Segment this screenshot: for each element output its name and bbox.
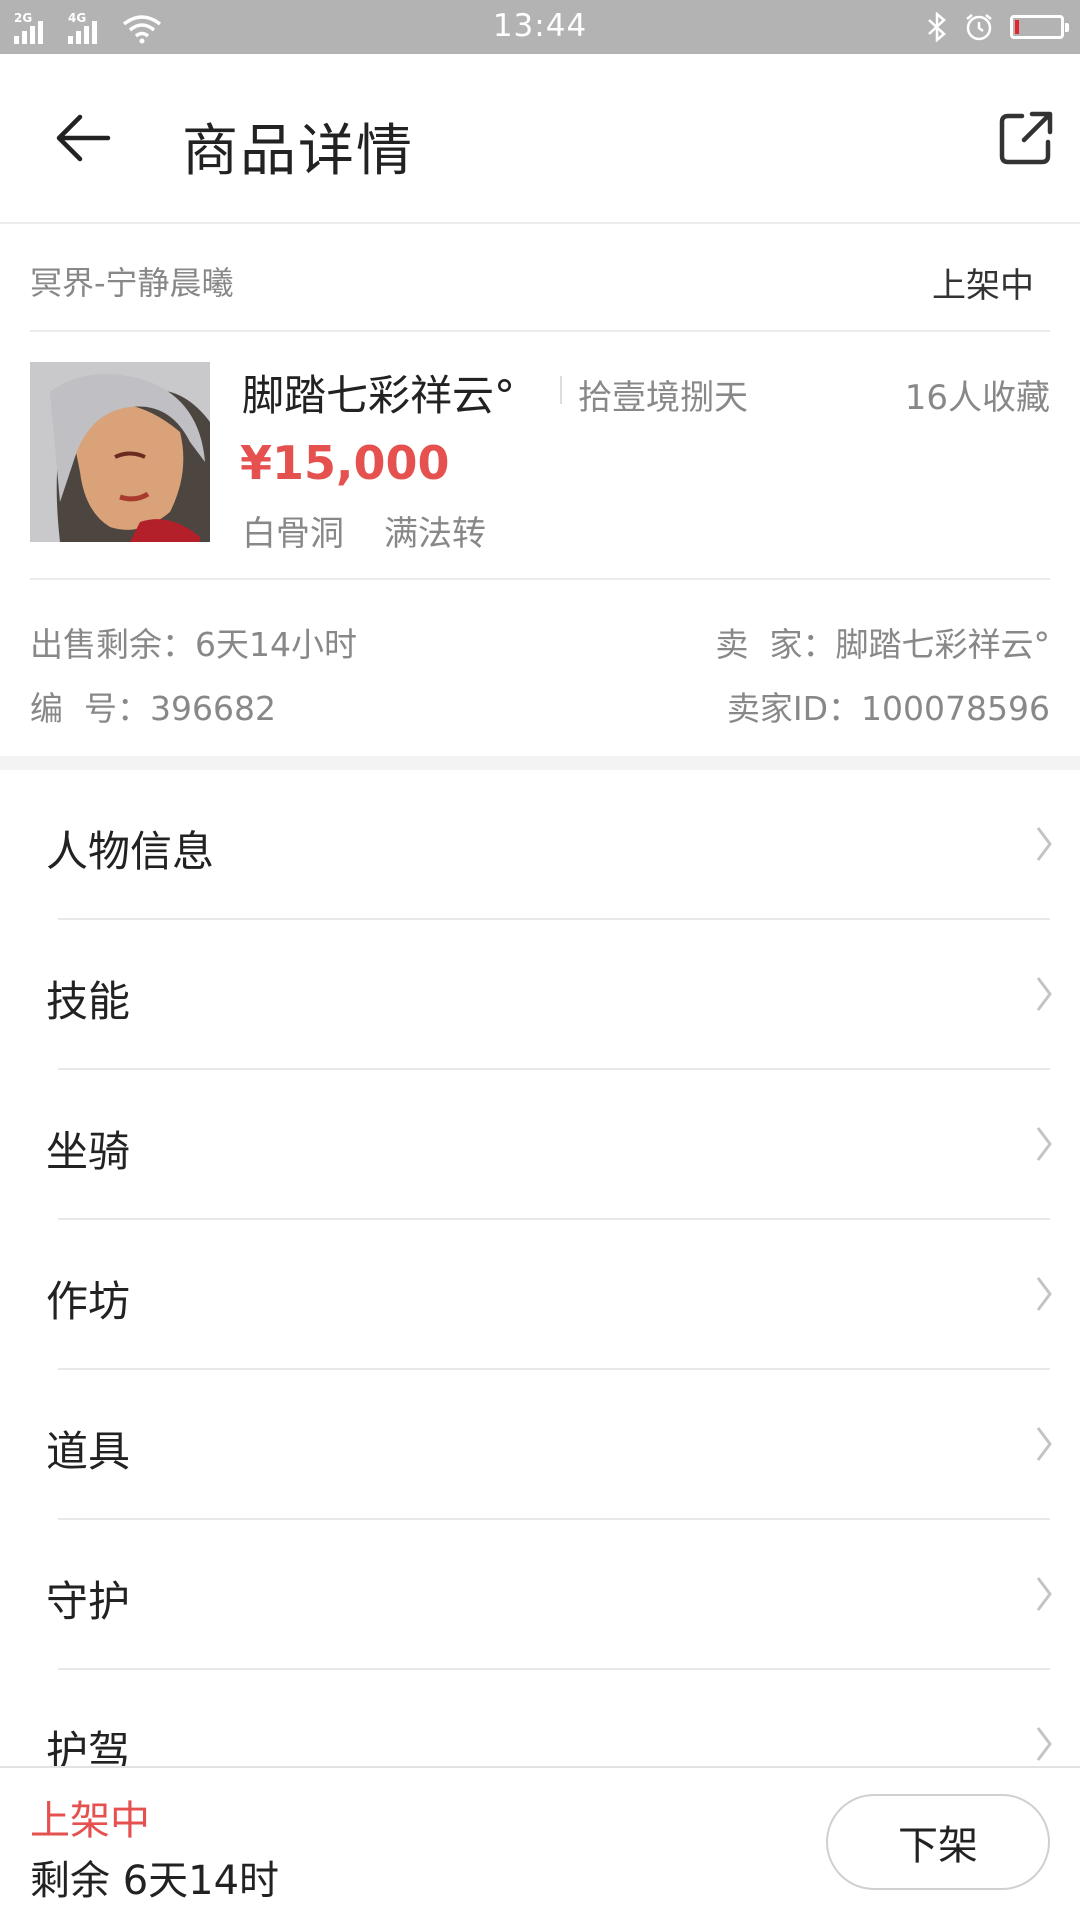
favorites-count: 16人收藏 (904, 378, 1050, 418)
seller-id-label: 卖家ID： (726, 689, 862, 728)
menu-item-items[interactable]: 道具 (0, 1370, 1080, 1520)
bottom-bar: 上架中 剩余 6天14时 下架 (0, 1766, 1080, 1920)
chevron-right-icon (1036, 1727, 1052, 1761)
character-name: 脚踏七彩祥云° (242, 371, 516, 420)
avatar-image (30, 362, 210, 542)
menu-item-guardian[interactable]: 守护 (0, 1520, 1080, 1670)
time-left: 出售剩余：6天14小时 (30, 618, 357, 666)
separator (560, 376, 562, 404)
time-left-label: 出售剩余： (30, 625, 195, 664)
menu-item-label: 人物信息 (46, 827, 215, 876)
detail-menu: 人物信息 技能 坐骑 作坊 道具 守护 护驾 (0, 770, 1080, 1820)
chevron-right-icon (1036, 1427, 1052, 1461)
server-name: 拾壹境捌天 (578, 378, 748, 418)
share-external-icon[interactable] (994, 106, 1058, 170)
chevron-right-icon (1036, 1127, 1052, 1161)
divider (30, 578, 1050, 580)
bottom-remaining-time: 剩余 6天14时 (30, 1858, 280, 1904)
battery-level (1015, 20, 1019, 34)
number-label: 编 号： (30, 689, 150, 728)
transmigration-label: 满法转 (384, 514, 486, 554)
header: 商品详情 (0, 54, 1080, 224)
character-avatar[interactable] (30, 362, 210, 542)
time-left-value: 6天14小时 (195, 625, 357, 664)
number-value: 396682 (149, 689, 276, 728)
divider (30, 330, 1050, 332)
listing-status: 上架中 (932, 266, 1034, 306)
clock: 13:44 (492, 8, 588, 44)
menu-item-label: 作坊 (46, 1277, 131, 1326)
menu-item-mounts[interactable]: 坐骑 (0, 1070, 1080, 1220)
seller-label: 卖 家： (715, 625, 836, 664)
bluetooth-icon (928, 12, 946, 42)
menu-item-skills[interactable]: 技能 (0, 920, 1080, 1070)
region-label: 冥界-宁静晨曦 (30, 264, 234, 302)
chevron-right-icon (1036, 827, 1052, 861)
menu-item-character-info[interactable]: 人物信息 (0, 770, 1080, 920)
section-gap (0, 756, 1080, 770)
menu-item-label: 坐骑 (46, 1127, 131, 1176)
arrow-left-icon[interactable] (46, 102, 118, 174)
page-title: 商品详情 (182, 119, 414, 184)
listing-number: 编 号：396682 (30, 682, 276, 730)
sect-label: 白骨洞 (242, 514, 344, 554)
menu-item-label: 守护 (46, 1577, 131, 1626)
chevron-right-icon (1036, 1577, 1052, 1611)
menu-item-workshop[interactable]: 作坊 (0, 1220, 1080, 1370)
chevron-right-icon (1036, 1277, 1052, 1311)
delist-button[interactable]: 下架 (826, 1794, 1050, 1890)
price: ¥15,000 (240, 436, 450, 490)
seller-id-value: 100078596 (861, 689, 1050, 728)
seller: 卖 家：脚踏七彩祥云° (716, 618, 1050, 666)
seller-id: 卖家ID：100078596 (727, 682, 1050, 730)
seller-value: 脚踏七彩祥云° (835, 625, 1051, 664)
status-bar-right (926, 10, 1069, 44)
chevron-right-icon (1036, 977, 1052, 1011)
battery-icon (1010, 15, 1069, 39)
menu-item-label: 技能 (46, 977, 131, 1026)
status-bar: 2G 4G 13:44 (0, 0, 1080, 54)
menu-item-label: 道具 (46, 1427, 131, 1476)
alarm-icon (966, 14, 992, 41)
bottom-status: 上架中 (30, 1798, 150, 1844)
